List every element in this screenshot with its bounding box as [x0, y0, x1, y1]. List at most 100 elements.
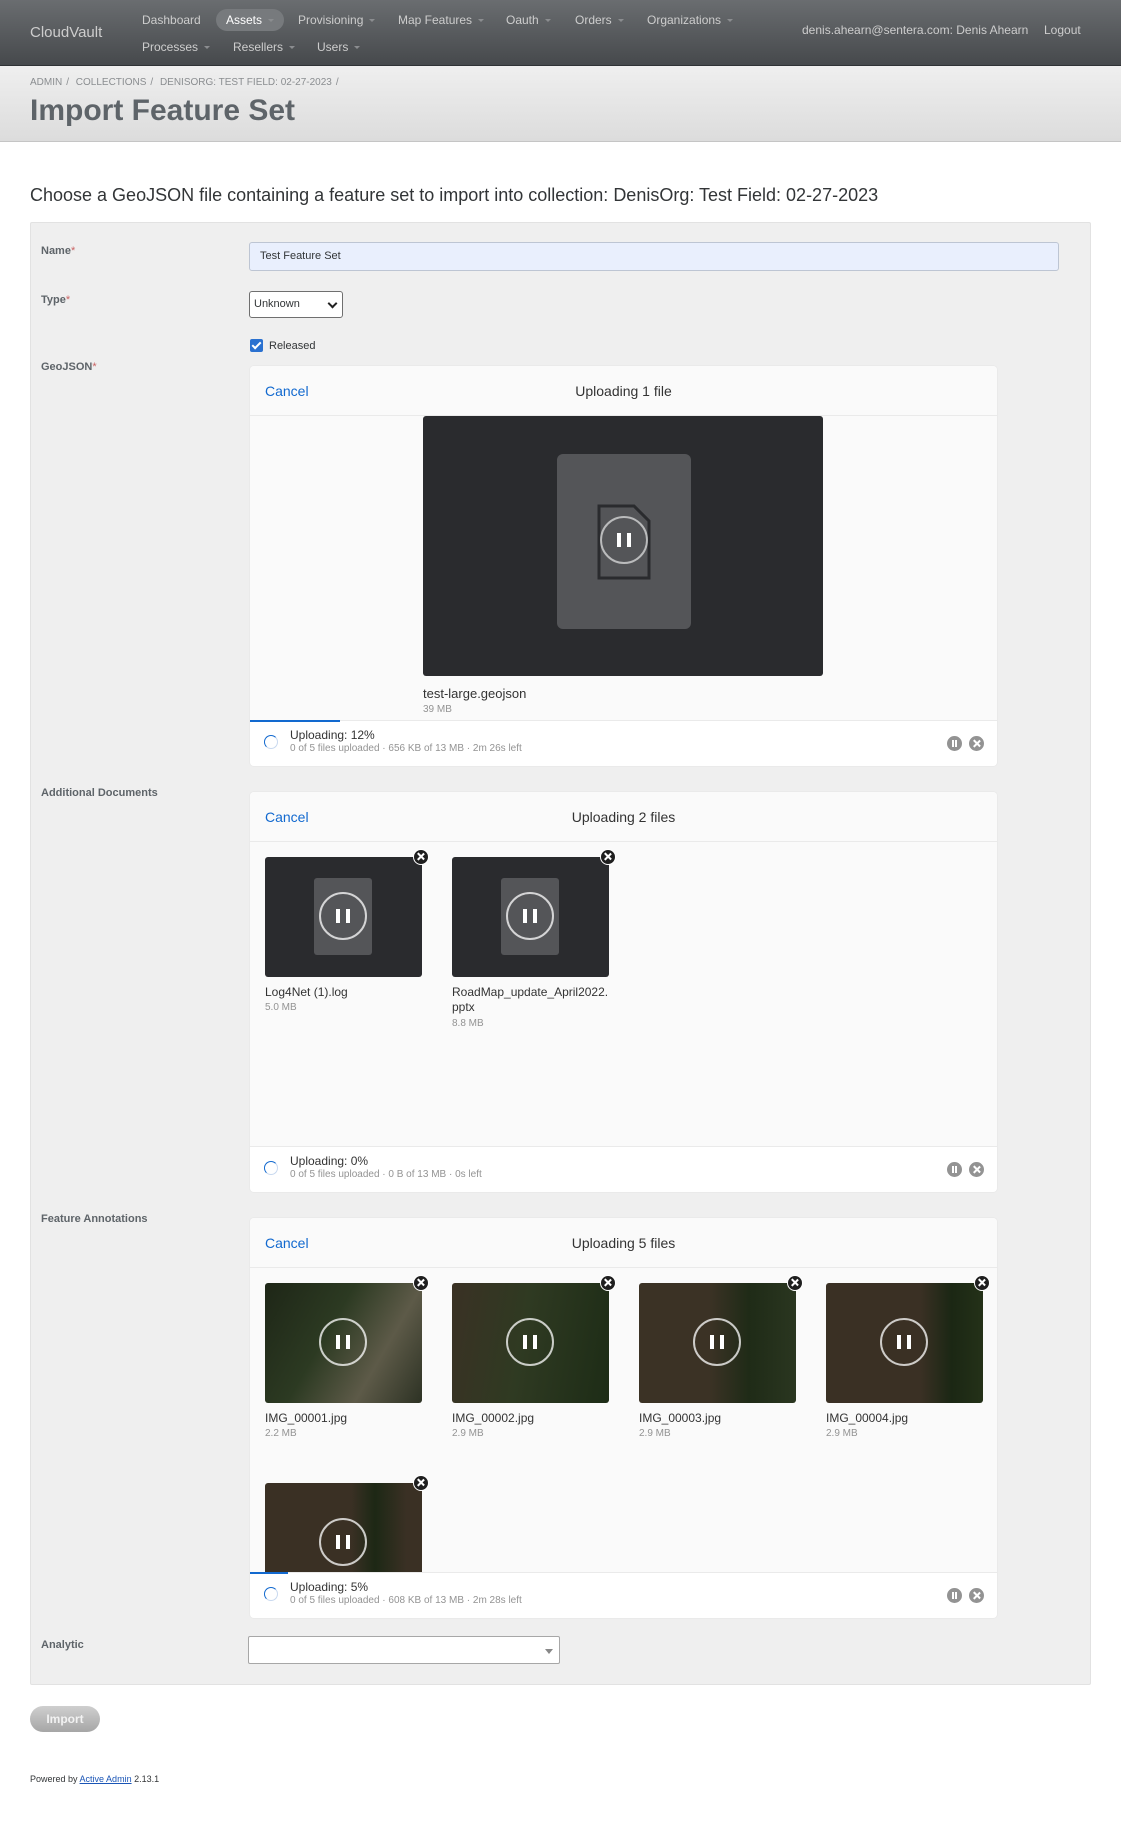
pause-all-icon[interactable]: [947, 736, 962, 751]
current-user-link[interactable]: denis.ahearn@sentera.com: Denis Ahearn: [802, 23, 1028, 37]
name-label: Name*: [41, 245, 76, 257]
file-preview: [423, 416, 823, 676]
chevron-down-icon: [478, 19, 485, 23]
file-name: test-large.geojson: [423, 686, 527, 701]
file-size: 5.0 MB: [265, 1002, 297, 1013]
cancel-all-icon[interactable]: [969, 736, 984, 751]
upload-detail: 0 of 5 files uploaded · 608 KB of 13 MB …: [290, 1595, 522, 1606]
import-form: Name* Test Feature Set Type* Unknown Rel…: [30, 222, 1091, 1685]
import-button[interactable]: Import: [30, 1706, 100, 1732]
remove-file-icon[interactable]: [974, 1275, 990, 1291]
nav-map-features[interactable]: Map Features: [388, 9, 494, 31]
pause-all-icon[interactable]: [947, 1588, 962, 1603]
type-label: Type*: [41, 294, 71, 306]
chevron-down-icon: [617, 19, 624, 23]
upload-detail: 0 of 5 files uploaded · 656 KB of 13 MB …: [290, 743, 522, 754]
chevron-down-icon: [544, 19, 551, 23]
chevron-down-icon: [268, 19, 275, 23]
nav-processes[interactable]: Processes: [132, 36, 220, 58]
upload-status: Uploading: 0%: [290, 1154, 369, 1168]
file-name: IMG_00002.jpg: [452, 1411, 535, 1425]
pause-icon[interactable]: [880, 1318, 928, 1366]
remove-file-icon[interactable]: [600, 849, 616, 865]
upload-status: Uploading: 5%: [290, 1580, 369, 1594]
nav-dashboard[interactable]: Dashboard: [132, 9, 211, 31]
remove-file-icon[interactable]: [787, 1275, 803, 1291]
chevron-down-icon: [727, 19, 734, 23]
logout-link[interactable]: Logout: [1044, 23, 1081, 37]
file-thumbnail: [265, 857, 422, 977]
file-card: [557, 454, 691, 629]
remove-file-icon[interactable]: [413, 1275, 429, 1291]
analytic-select[interactable]: [248, 1636, 560, 1664]
upload-status-bar: Uploading: 12% 0 of 5 files uploaded · 6…: [250, 720, 997, 766]
file-thumbnail: [452, 857, 609, 977]
file-size: 2.9 MB: [452, 1428, 484, 1439]
remove-file-icon[interactable]: [413, 849, 429, 865]
nav-organizations[interactable]: Organizations: [637, 9, 743, 31]
site-title[interactable]: CloudVault: [30, 24, 102, 41]
nav-users[interactable]: Users: [307, 36, 370, 58]
cancel-all-icon[interactable]: [969, 1588, 984, 1603]
pause-icon[interactable]: [319, 1318, 367, 1366]
file-size: 2.9 MB: [639, 1428, 671, 1439]
pause-icon[interactable]: [319, 892, 367, 940]
uploader-header: Cancel Uploading 1 file: [250, 366, 997, 416]
spinner-icon: [264, 1161, 278, 1175]
nav-provisioning[interactable]: Provisioning: [288, 9, 385, 31]
pause-all-icon[interactable]: [947, 1162, 962, 1177]
image-thumbnail: [826, 1283, 983, 1403]
geojson-uploader: Cancel Uploading 1 file test-large.geojs…: [249, 365, 998, 767]
type-select[interactable]: Unknown: [249, 291, 343, 318]
file-size: 2.9 MB: [826, 1428, 858, 1439]
upload-progress: [250, 1572, 288, 1574]
file-name: IMG_00001.jpg: [265, 1411, 348, 1425]
nav-assets[interactable]: Assets: [216, 9, 285, 31]
image-thumbnail: [639, 1283, 796, 1403]
nav-orders[interactable]: Orders: [565, 9, 634, 31]
uploader-header: Cancel Uploading 2 files: [250, 792, 997, 842]
upload-status-bar: Uploading: 0% 0 of 5 files uploaded · 0 …: [250, 1146, 997, 1192]
image-thumbnail: [265, 1483, 422, 1573]
file-size: 2.2 MB: [265, 1428, 297, 1439]
file-name: RoadMap_update_April2022.pptx: [452, 985, 609, 1014]
file-name: Log4Net (1).log: [265, 985, 348, 999]
remove-file-icon[interactable]: [600, 1275, 616, 1291]
released-checkbox[interactable]: [250, 339, 263, 352]
pause-icon[interactable]: [319, 1518, 367, 1566]
pause-icon[interactable]: [506, 892, 554, 940]
pause-icon[interactable]: [600, 516, 648, 564]
uploader-title: Uploading 5 files: [571, 1235, 676, 1251]
pause-icon[interactable]: [506, 1318, 554, 1366]
pause-icon[interactable]: [693, 1318, 741, 1366]
chevron-down-icon: [369, 19, 376, 23]
uploader-header: Cancel Uploading 5 files: [250, 1218, 997, 1268]
spinner-icon: [264, 735, 278, 749]
upload-status-bar: Uploading: 5% 0 of 5 files uploaded · 60…: [250, 1572, 997, 1618]
file-name: IMG_00004.jpg: [826, 1411, 909, 1425]
additional-documents-label: Additional Documents: [41, 787, 158, 799]
breadcrumb-collection[interactable]: DENISORG: TEST FIELD: 02-27-2023: [160, 77, 332, 88]
nav-oauth[interactable]: Oauth: [496, 9, 561, 31]
feature-annotations-label: Feature Annotations: [41, 1213, 148, 1225]
remove-file-icon[interactable]: [413, 1475, 429, 1491]
cancel-all-icon[interactable]: [969, 1162, 984, 1177]
name-input[interactable]: Test Feature Set: [249, 242, 1059, 271]
nav-resellers[interactable]: Resellers: [223, 36, 305, 58]
chevron-down-icon: [204, 46, 211, 50]
file-size: 8.8 MB: [452, 1018, 484, 1029]
analytic-label: Analytic: [41, 1639, 84, 1651]
released-label[interactable]: Released: [269, 340, 315, 352]
active-admin-link[interactable]: Active Admin: [80, 1774, 132, 1784]
uploader-title: Uploading 1 file: [575, 383, 672, 399]
title-bar: ADMIN / COLLECTIONS / DENISORG: TEST FIELD…: [0, 66, 1121, 142]
upload-detail: 0 of 5 files uploaded · 0 B of 13 MB · 0…: [290, 1169, 482, 1180]
file-size: 39 MB: [423, 704, 452, 712]
intro-text: Choose a GeoJSON file containing a featu…: [30, 185, 879, 205]
breadcrumb-admin[interactable]: ADMIN: [30, 77, 62, 88]
top-navigation: CloudVault Dashboard Assets Provisioning…: [0, 0, 1121, 66]
geojson-label: GeoJSON*: [41, 361, 97, 373]
breadcrumb-collections[interactable]: COLLECTIONS: [76, 77, 147, 88]
annotations-uploader: Cancel Uploading 5 files IMG_00001.jpg 2…: [249, 1217, 998, 1619]
spinner-icon: [264, 1587, 278, 1601]
